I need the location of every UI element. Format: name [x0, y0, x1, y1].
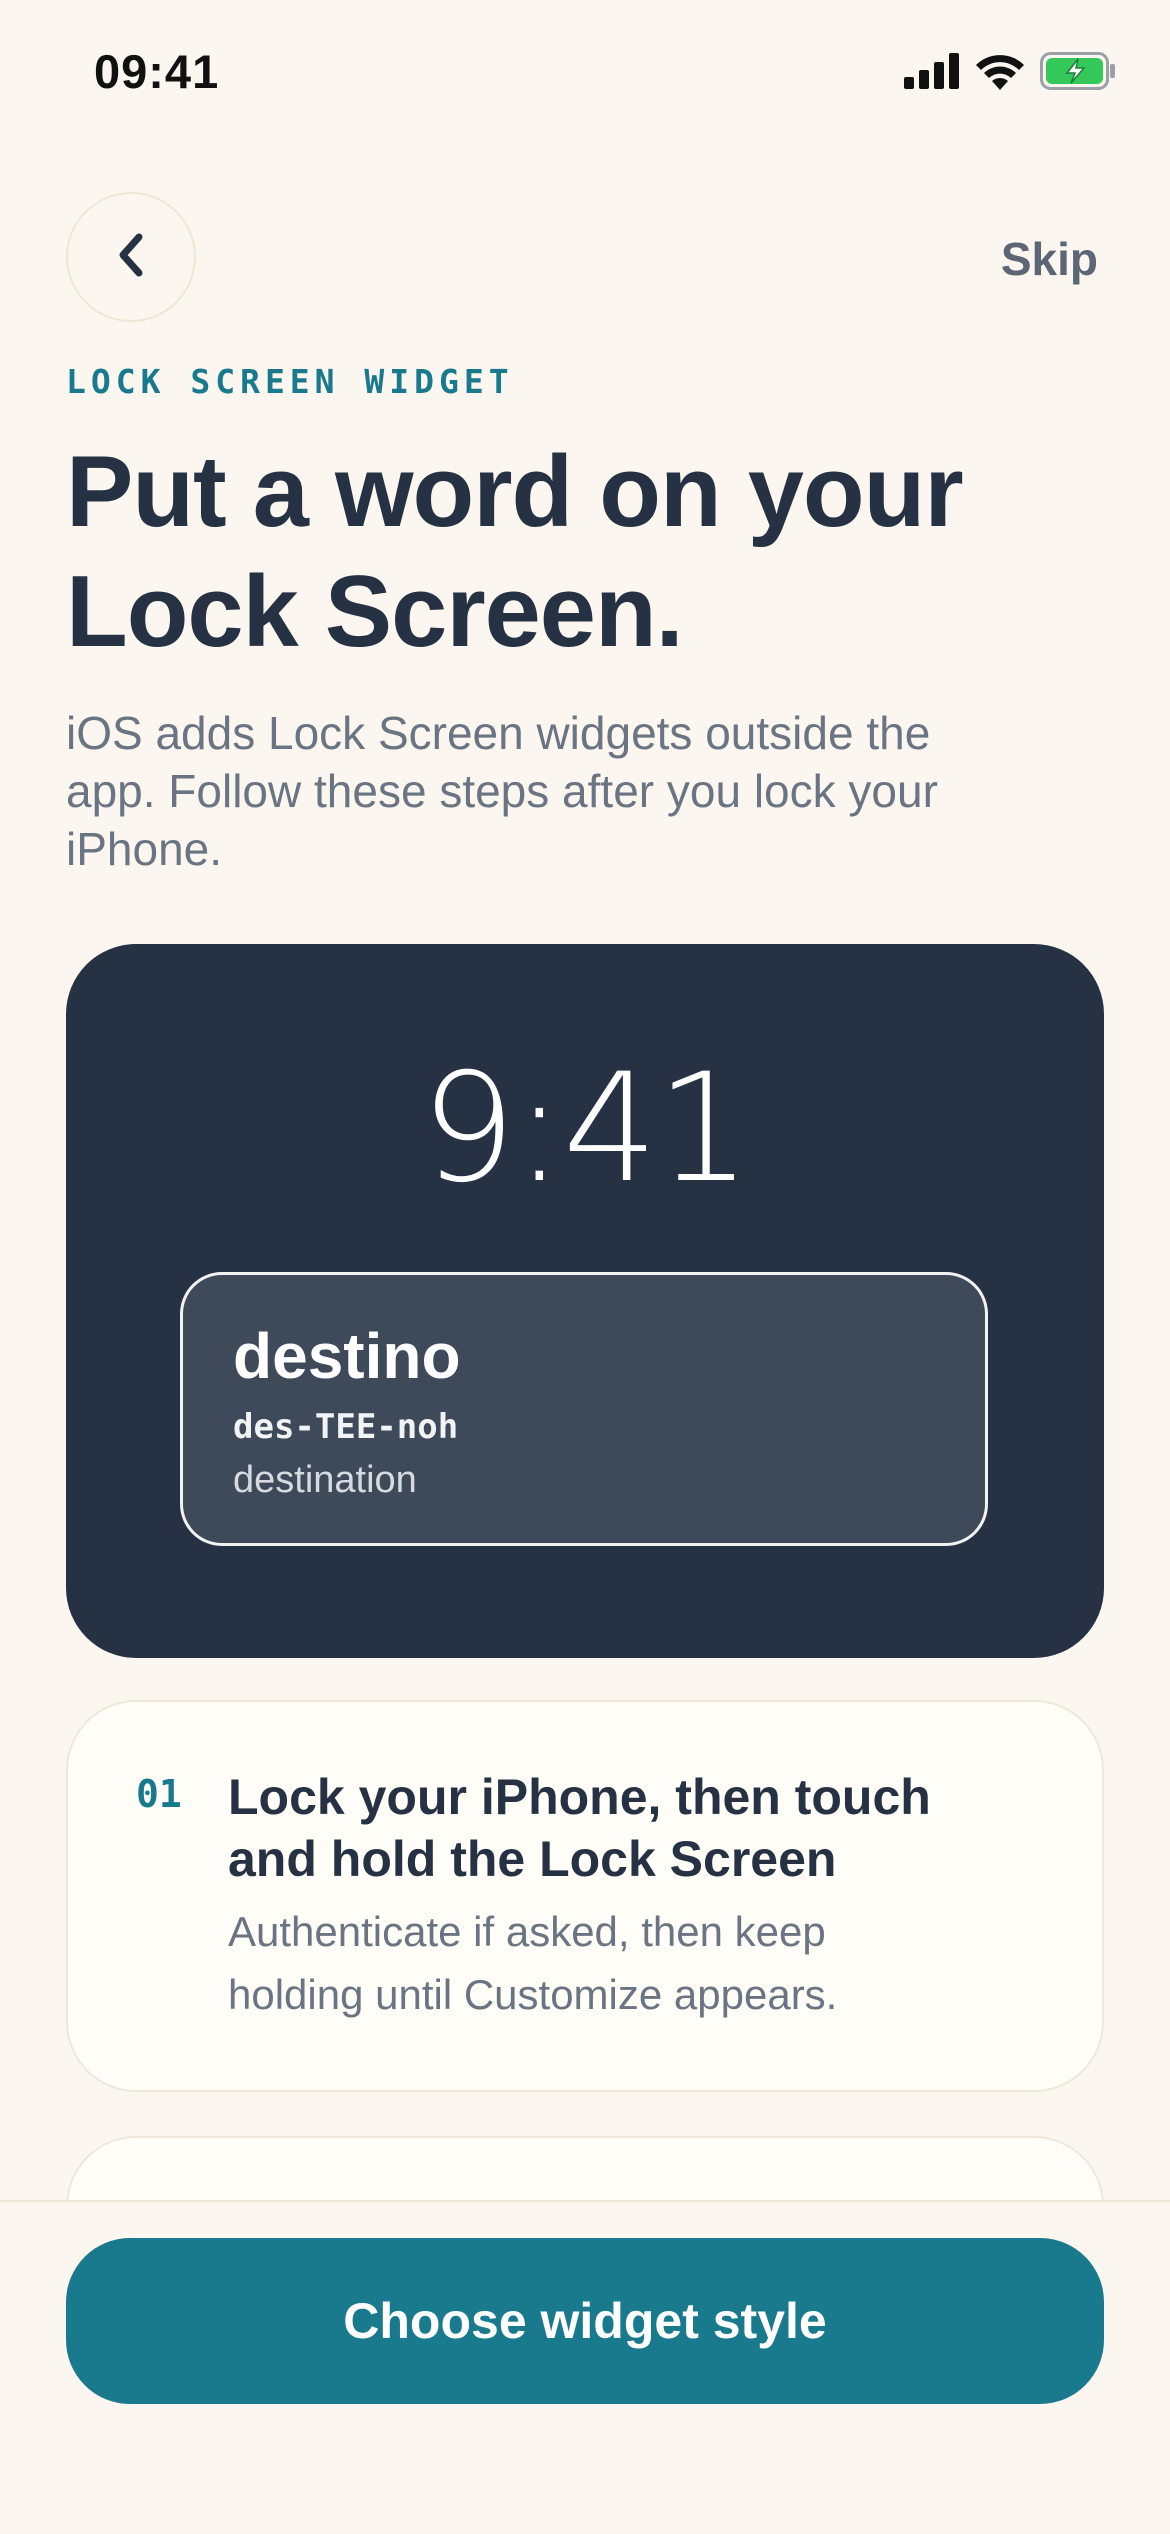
widget-pronunciation: des-TEE-noh [233, 1407, 459, 1447]
lock-screen-widget: destino des-TEE-noh destination [180, 1272, 988, 1546]
subtitle-line-2: app. Follow these steps after you lock y… [66, 765, 938, 817]
subtitle-line-3: iPhone. [66, 823, 223, 875]
section-eyebrow: LOCK SCREEN WIDGET [66, 362, 514, 401]
step-description: Authenticate if asked, then keep holding… [228, 1900, 1048, 2026]
status-bar: 09:41 [0, 0, 1170, 150]
choose-widget-style-button[interactable]: Choose widget style [66, 2238, 1104, 2404]
widget-word: destino [233, 1320, 461, 1392]
step-desc-line-1: Authenticate if asked, then keep [228, 1908, 826, 1955]
page-title: Put a word on your Lock Screen. [66, 432, 1126, 672]
step-title: Lock your iPhone, then touch and hold th… [228, 1766, 1048, 1890]
wifi-icon [974, 52, 1026, 95]
cellular-signal-icon [904, 53, 960, 94]
page-subtitle: iOS adds Lock Screen widgets outside the… [66, 704, 1066, 878]
step-title-line-1: Lock your iPhone, then touch [228, 1769, 931, 1825]
back-button[interactable] [66, 192, 196, 322]
status-icons [904, 52, 1116, 95]
lock-screen-time: 9:41 [420, 1042, 752, 1216]
widget-definition: destination [233, 1459, 417, 1501]
battery-charging-icon [1040, 52, 1116, 95]
step-number: 01 [136, 1772, 182, 1816]
page-title-line-2: Lock Screen. [66, 556, 684, 668]
skip-button[interactable]: Skip [1001, 232, 1098, 286]
lock-screen-preview: 9:41 destino des-TEE-noh destination [66, 944, 1104, 1658]
status-time: 09:41 [94, 45, 220, 98]
bottom-action-bar: Choose widget style [0, 2200, 1170, 2534]
chevron-left-icon [111, 231, 151, 284]
step-title-line-2: and hold the Lock Screen [228, 1831, 837, 1887]
page-title-line-1: Put a word on your [66, 436, 964, 548]
subtitle-line-1: iOS adds Lock Screen widgets outside the [66, 707, 931, 759]
step-card: 01 Lock your iPhone, then touch and hold… [66, 1700, 1104, 2092]
step-desc-line-2: holding until Customize appears. [228, 1971, 838, 2018]
